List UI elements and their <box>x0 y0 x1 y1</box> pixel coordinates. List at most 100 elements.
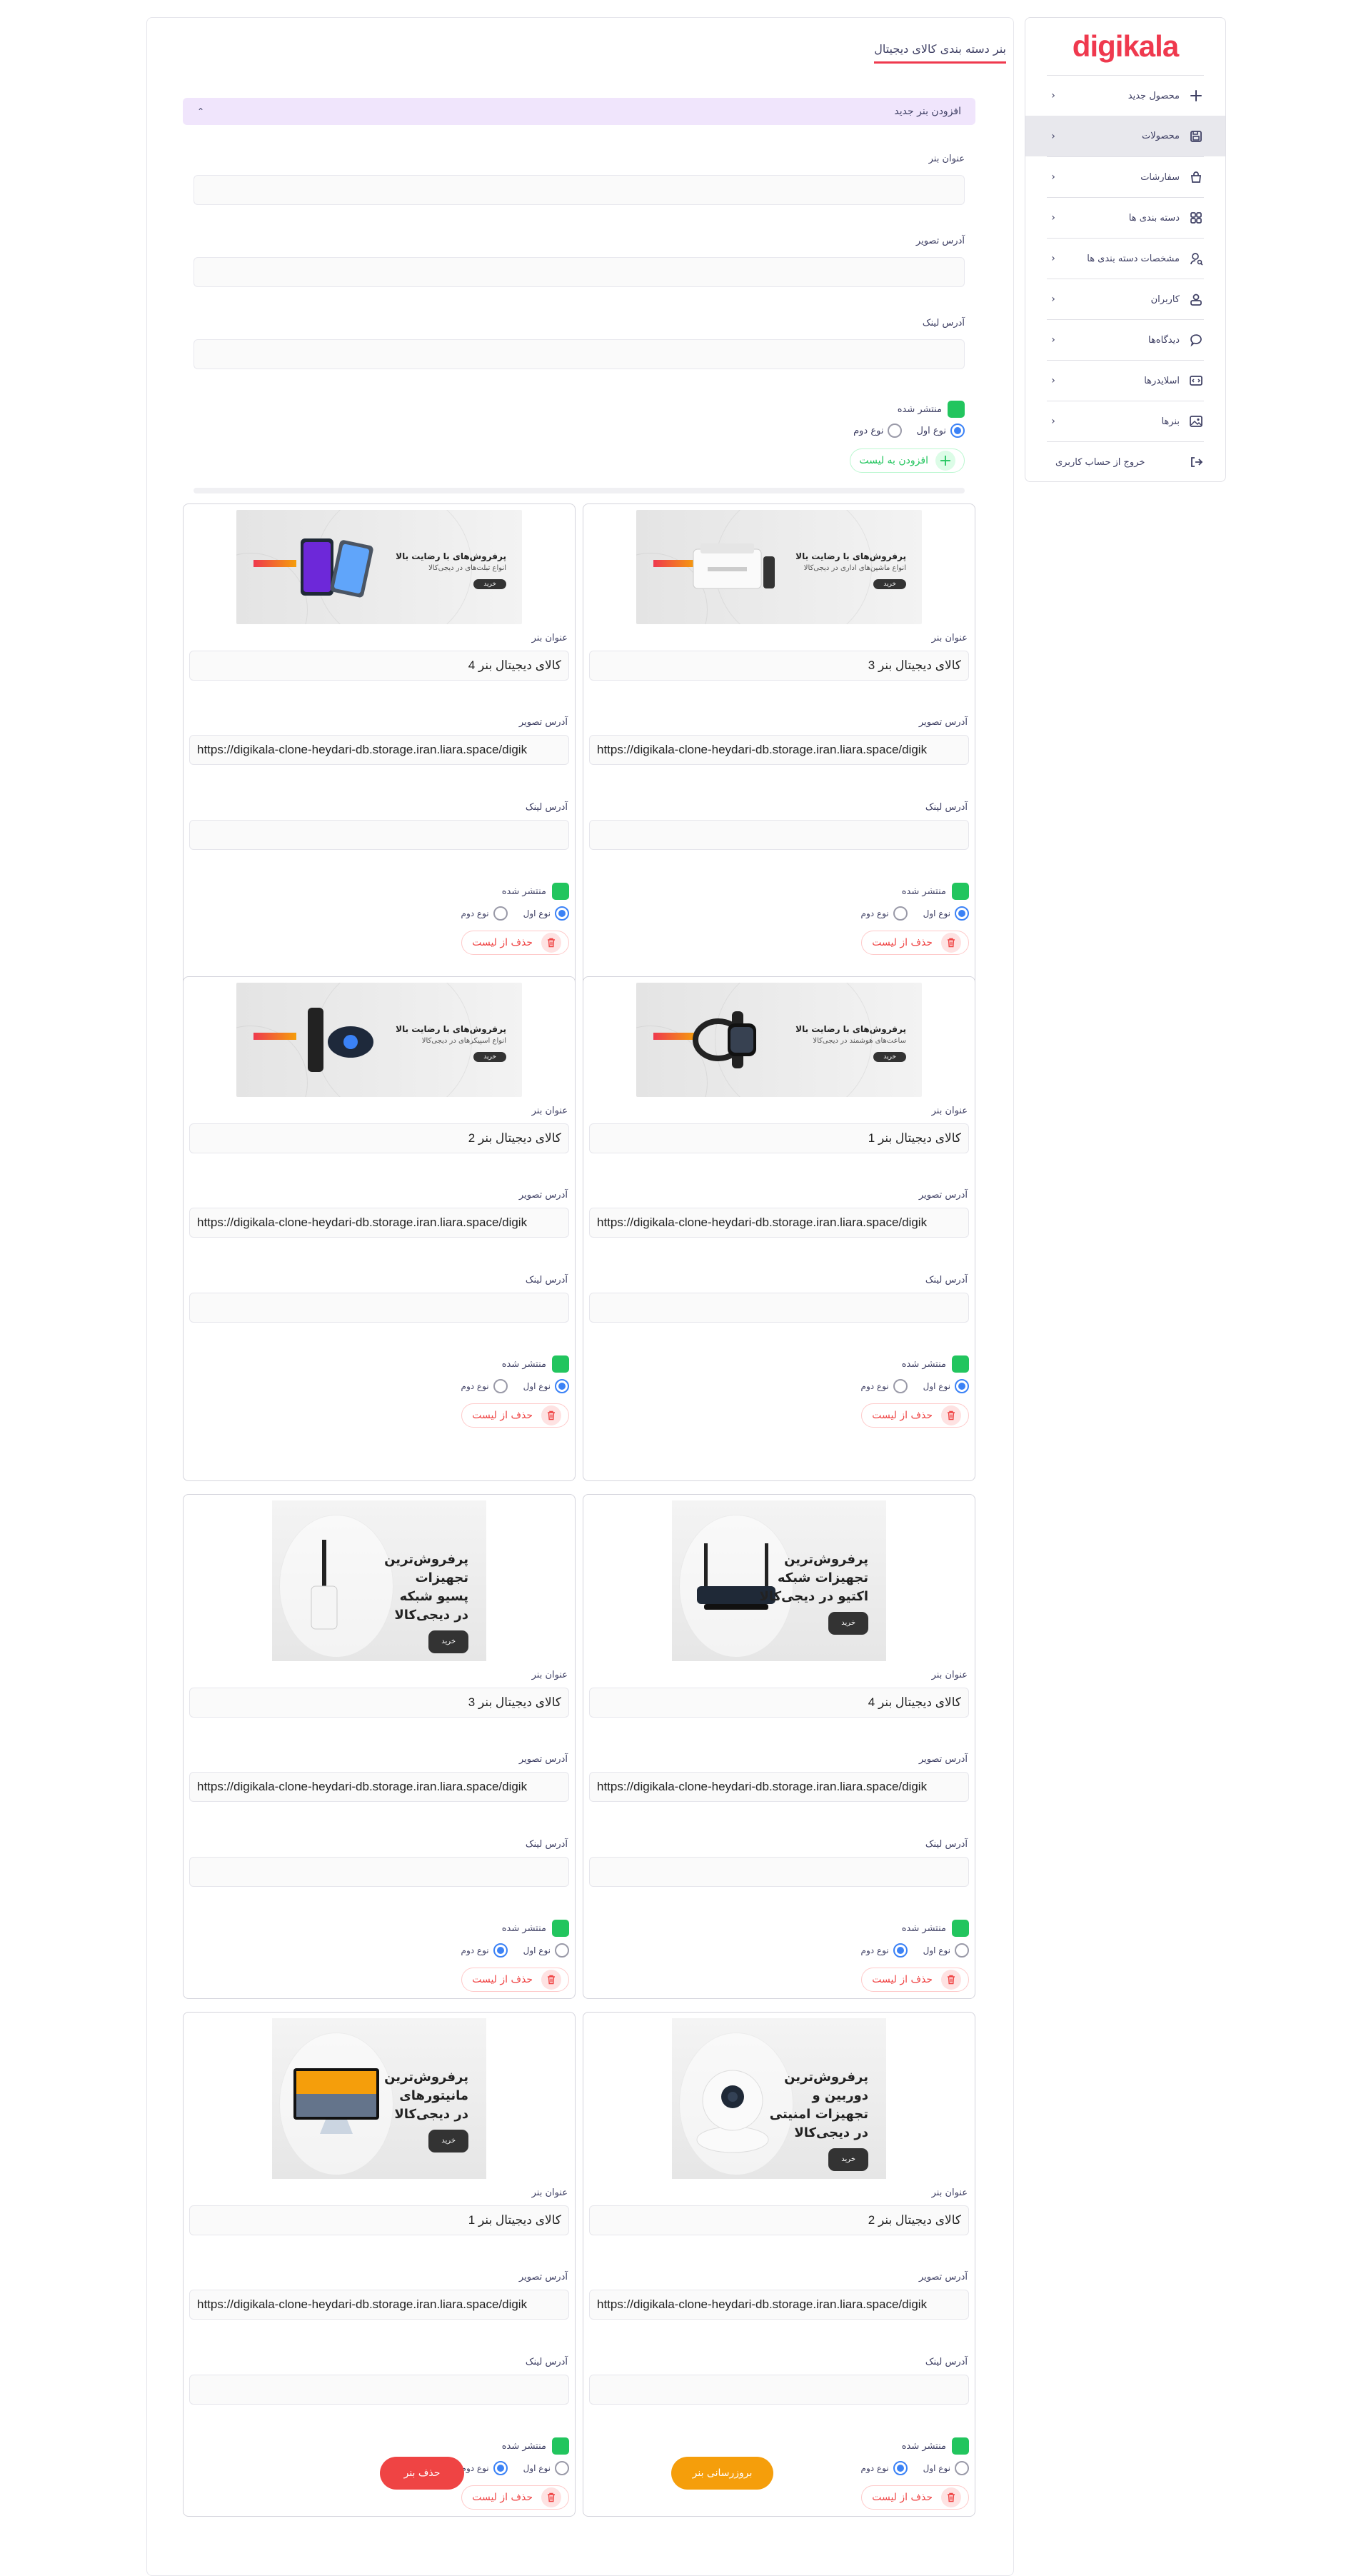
image-input[interactable] <box>194 257 965 287</box>
image-url-input[interactable]: https://digikala-clone-heydari-db.storag… <box>189 2290 569 2320</box>
link-label: آدرس لینک <box>925 802 968 813</box>
title-input[interactable]: کالای دیجیتال بنر 4 <box>189 651 569 681</box>
banner-cta: خرید <box>428 2130 468 2152</box>
link-input[interactable] <box>194 339 965 369</box>
sidebar-item[interactable]: مشخصات دسته بندی ها ‹ <box>1047 238 1204 279</box>
link-input[interactable] <box>589 1293 969 1323</box>
type1-radio[interactable] <box>950 424 965 438</box>
update-banner-button[interactable]: بروزرسانی بنر <box>671 2457 773 2490</box>
remove-from-list-button[interactable]: حذف از لیست <box>461 931 569 955</box>
link-input[interactable] <box>189 2375 569 2405</box>
remove-from-list-button[interactable]: حذف از لیست <box>461 1968 569 1992</box>
type1-radio[interactable] <box>555 906 569 921</box>
type2-radio[interactable] <box>893 1943 908 1958</box>
remove-from-list-button[interactable]: حذف از لیست <box>461 2485 569 2510</box>
image-url-input[interactable]: https://digikala-clone-heydari-db.storag… <box>589 1772 969 1802</box>
type1-radio[interactable] <box>555 1943 569 1958</box>
image-url-input[interactable]: https://digikala-clone-heydari-db.storag… <box>189 1772 569 1802</box>
remove-from-list-button[interactable]: حذف از لیست <box>861 1403 969 1428</box>
banner-image: پرفروش‌ترین دوربین و تجهیزات امنیتی در دیجی… <box>672 2018 886 2179</box>
published-checkbox[interactable] <box>552 1920 569 1937</box>
image-url-input[interactable]: https://digikala-clone-heydari-db.storag… <box>189 735 569 765</box>
type2-radio[interactable] <box>893 906 908 921</box>
chevron-left-icon: ‹ <box>1051 171 1055 183</box>
image-url-input[interactable]: https://digikala-clone-heydari-db.storag… <box>189 1208 569 1238</box>
type2-radio[interactable] <box>493 2461 508 2475</box>
type1-radio[interactable] <box>555 2461 569 2475</box>
title-input[interactable]: کالای دیجیتال بنر 2 <box>589 2205 969 2235</box>
delete-banner-button[interactable]: حذف بنر <box>380 2457 464 2490</box>
type2-radio[interactable] <box>493 906 508 921</box>
link-label: آدرس لینک <box>925 2357 968 2367</box>
sidebar-item[interactable]: کاربران ‹ <box>1047 279 1204 319</box>
type2-radio[interactable] <box>493 1943 508 1958</box>
type1-label: نوع اول <box>923 2463 950 2473</box>
remove-from-list-button[interactable]: حذف از لیست <box>861 2485 969 2510</box>
user-badge-icon <box>1188 291 1204 307</box>
title-input[interactable]: کالای دیجیتال بنر 1 <box>589 1123 969 1153</box>
type1-radio[interactable] <box>955 2461 969 2475</box>
link-input[interactable] <box>189 1293 569 1323</box>
type2-label: نوع دوم <box>860 2463 889 2473</box>
type-radio-group: نوع اول نوع دوم <box>861 906 969 921</box>
title-input[interactable]: کالای دیجیتال بنر 1 <box>189 2205 569 2235</box>
link-input[interactable] <box>189 820 569 850</box>
sidebar-item[interactable]: محصولات ‹ <box>1025 116 1225 156</box>
sidebar-item[interactable]: دسته بندی ها ‹ <box>1047 197 1204 238</box>
published-checkbox[interactable] <box>952 2437 969 2455</box>
logout-button[interactable]: خروج از حساب کاربری <box>1047 441 1204 482</box>
link-label: آدرس لینک <box>525 802 568 813</box>
image-url-input[interactable]: https://digikala-clone-heydari-db.storag… <box>589 735 969 765</box>
type1-radio[interactable] <box>555 1379 569 1393</box>
type2-radio[interactable] <box>893 1379 908 1393</box>
add-banner-accordion[interactable]: افزودن بنر جدید ⌃ <box>183 98 975 125</box>
type1-radio[interactable] <box>955 1379 969 1393</box>
published-checkbox[interactable] <box>552 1355 569 1373</box>
remove-from-list-button[interactable]: حذف از لیست <box>861 931 969 955</box>
chevron-left-icon: ‹ <box>1051 90 1055 101</box>
type2-radio[interactable] <box>888 424 903 438</box>
type1-radio[interactable] <box>955 906 969 921</box>
published-row: منتشر شده <box>502 1920 569 1937</box>
image-label: آدرس تصویر <box>518 1754 568 1765</box>
banner-headline-line: تجهیزات شبکه <box>777 1570 868 1585</box>
remove-from-list-button[interactable]: حذف از لیست <box>461 1403 569 1428</box>
published-checkbox[interactable] <box>552 2437 569 2455</box>
type-radio-group: نوع اول نوع دوم <box>461 1943 569 1958</box>
type2-label: نوع دوم <box>860 1381 889 1391</box>
product-image <box>279 528 386 609</box>
digikala-logo[interactable]: digikala <box>1025 18 1225 75</box>
add-to-list-button[interactable]: + افزودن به لیست <box>850 448 965 473</box>
published-checkbox[interactable] <box>552 883 569 900</box>
published-checkbox[interactable] <box>952 1355 969 1373</box>
type2-radio[interactable] <box>493 1379 508 1393</box>
type1-radio[interactable] <box>955 1943 969 1958</box>
link-input[interactable] <box>589 820 969 850</box>
banner-card: پرفروش‌های با رضایت بالا انواع اسپیکرهای … <box>183 976 576 1481</box>
image-url-input[interactable]: https://digikala-clone-heydari-db.storag… <box>589 2290 969 2320</box>
title-label: عنوان بنر <box>531 2187 568 2198</box>
link-input[interactable] <box>189 1857 569 1887</box>
image-url-input[interactable]: https://digikala-clone-heydari-db.storag… <box>589 1208 969 1238</box>
sidebar-item[interactable]: بنرها ‹ <box>1047 401 1204 441</box>
sidebar-item[interactable]: دیدگاه‌ها ‹ <box>1047 319 1204 360</box>
title-input[interactable] <box>194 175 965 205</box>
link-input[interactable] <box>589 2375 969 2405</box>
type1-label: نوع اول <box>523 2463 551 2473</box>
remove-from-list-button[interactable]: حذف از لیست <box>861 1968 969 1992</box>
banner-headline-line: تجهیزات امنیتی <box>769 2107 868 2122</box>
published-checkbox[interactable] <box>948 401 965 418</box>
published-row: منتشر شده <box>502 883 569 900</box>
published-checkbox[interactable] <box>952 1920 969 1937</box>
title-input[interactable]: کالای دیجیتال بنر 2 <box>189 1123 569 1153</box>
type2-radio[interactable] <box>893 2461 908 2475</box>
sidebar-item[interactable]: محصول جدید ‹ <box>1047 75 1204 116</box>
sidebar-item[interactable]: اسلایدرها ‹ <box>1047 360 1204 401</box>
link-input[interactable] <box>589 1857 969 1887</box>
sidebar-item[interactable]: سفارشات ‹ <box>1047 156 1204 197</box>
title-input[interactable]: کالای دیجیتال بنر 3 <box>589 651 969 681</box>
title-input[interactable]: کالای دیجیتال بنر 4 <box>589 1688 969 1718</box>
title-input[interactable]: کالای دیجیتال بنر 3 <box>189 1688 569 1718</box>
banner-headline: پرفروش‌های با رضایت بالا <box>795 551 906 561</box>
published-checkbox[interactable] <box>952 883 969 900</box>
